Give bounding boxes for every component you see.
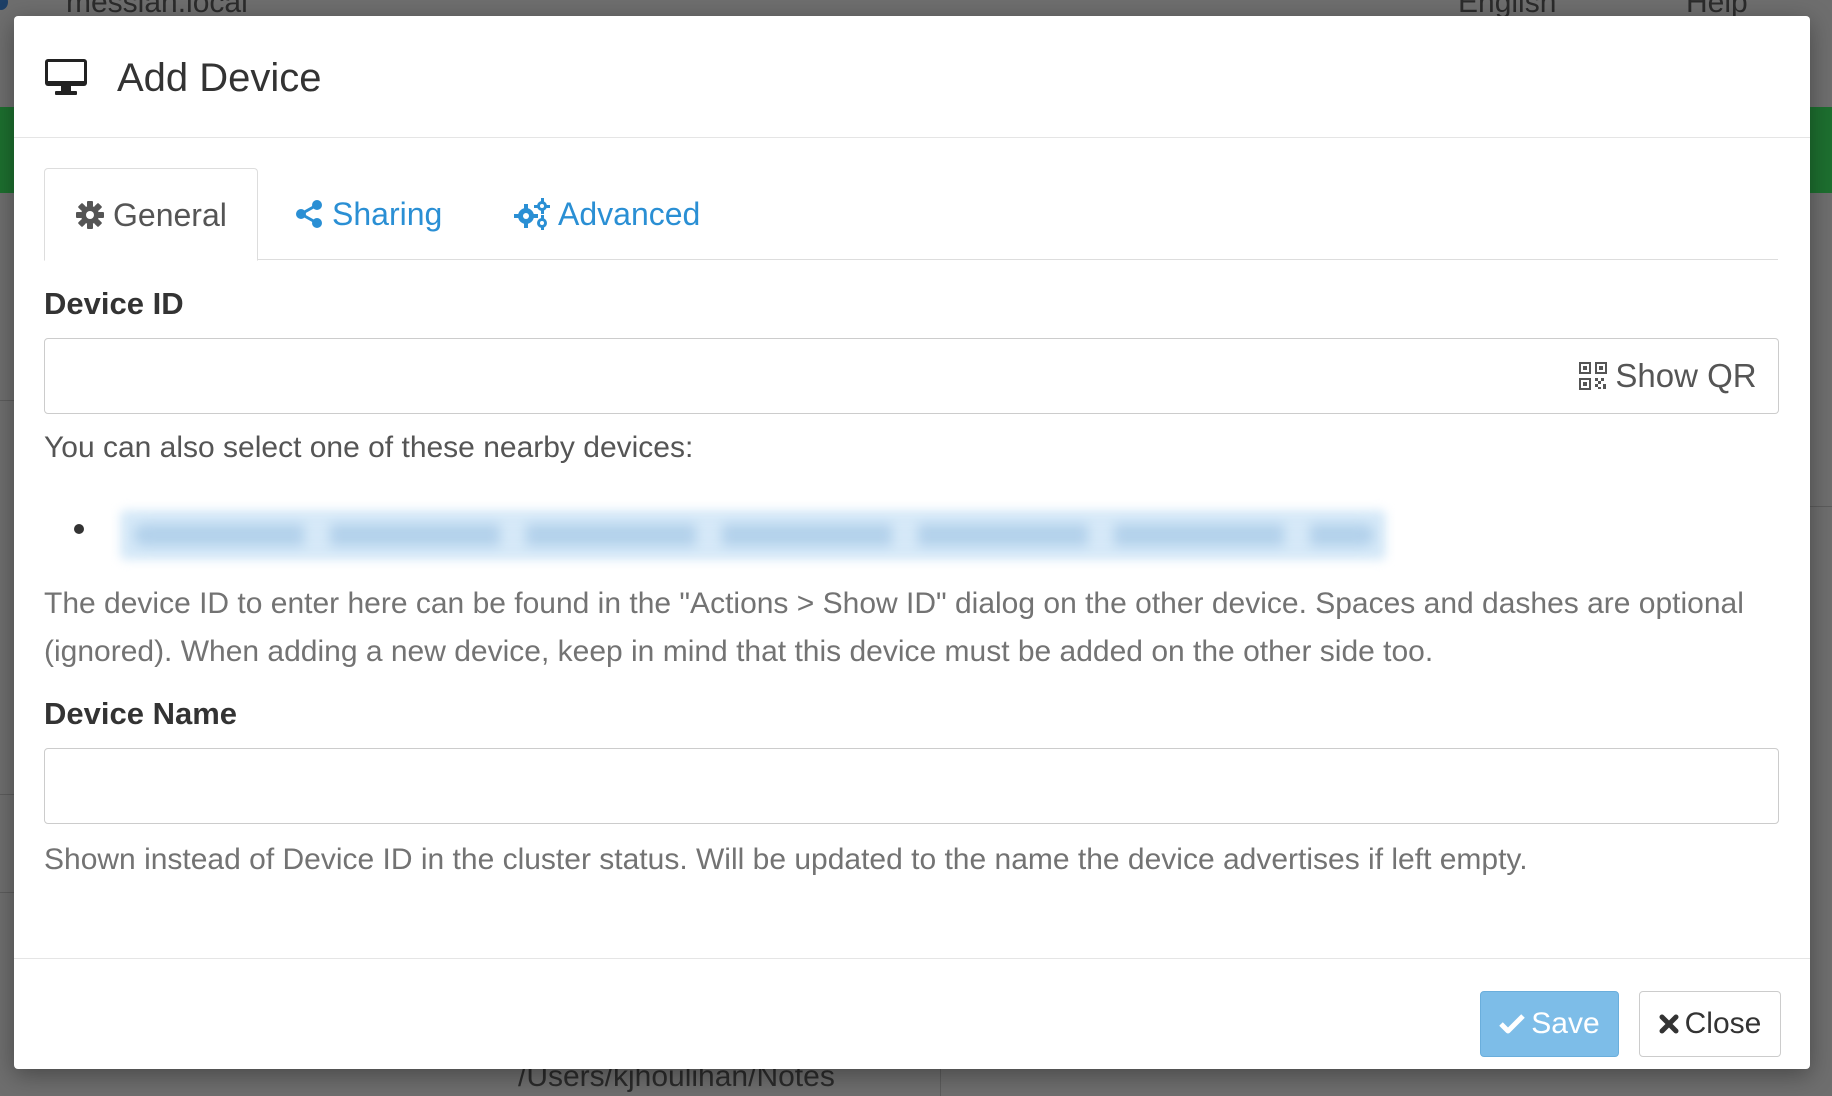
device-name-help-text: Shown instead of Device ID in the cluste… (44, 843, 1528, 876)
dialog-footer: Save Close (14, 958, 1810, 1069)
background-divider (0, 400, 14, 401)
dialog-header: Add Device (14, 16, 1810, 138)
close-button-label: Close (1684, 1007, 1762, 1040)
close-icon (1659, 1014, 1679, 1034)
tab-sharing[interactable]: Sharing (264, 168, 472, 260)
dialog-tabs: General Sharing Advanced (44, 168, 1778, 261)
save-button[interactable]: Save (1480, 991, 1619, 1057)
tab-advanced[interactable]: Advanced (484, 168, 730, 260)
device-id-input[interactable] (44, 338, 1559, 414)
gear-icon (76, 200, 104, 229)
device-id-label: Device ID (44, 286, 184, 321)
background-divider (0, 892, 14, 893)
device-name-label: Device Name (44, 696, 238, 731)
background-navbar: messiah.local English Help (0, 0, 1832, 19)
show-qr-button[interactable]: Show QR (1558, 338, 1779, 414)
dialog-title: Add Device (117, 56, 322, 100)
background-divider (1810, 506, 1832, 507)
tab-general[interactable]: General (44, 168, 258, 261)
tab-advanced-label: Advanced (558, 196, 701, 232)
background-divider (0, 794, 14, 795)
share-icon (296, 199, 322, 228)
app-logo-icon (0, 0, 8, 10)
add-device-dialog: Add Device General Sharing Advanced Devi… (14, 16, 1810, 1069)
list-bullet (74, 524, 84, 534)
monitor-icon (45, 59, 87, 95)
tab-sharing-label: Sharing (332, 196, 443, 232)
gears-icon (514, 197, 550, 230)
qrcode-icon (1579, 362, 1608, 390)
save-button-label: Save (1531, 1007, 1600, 1040)
nearby-devices-intro: You can also select one of these nearby … (44, 431, 694, 464)
close-button[interactable]: Close (1639, 991, 1781, 1057)
device-id-input-group: Show QR (44, 338, 1779, 414)
device-id-help-text: The device ID to enter here can be found… (44, 587, 1744, 668)
background-divider (940, 1069, 941, 1096)
check-icon (1499, 1014, 1526, 1034)
tab-general-label: General (113, 197, 227, 233)
nearby-device-id-redacted (134, 524, 1374, 546)
device-name-input[interactable] (44, 748, 1779, 824)
show-qr-label: Show QR (1615, 357, 1757, 394)
